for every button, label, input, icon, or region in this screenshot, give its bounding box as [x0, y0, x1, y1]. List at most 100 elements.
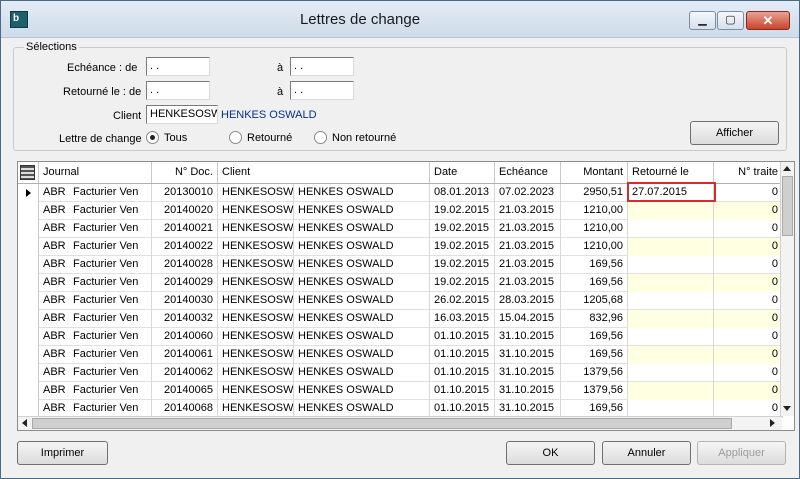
row-selector[interactable]	[18, 346, 39, 364]
title-bar[interactable]: b Lettres de change ▁ ▢ ✕	[1, 1, 799, 38]
cell-ndoc: 20140062	[152, 364, 218, 382]
grid-corner[interactable]	[18, 162, 39, 183]
cell-client-name: HENKES OSWALD	[294, 328, 430, 346]
afficher-button[interactable]: Afficher	[690, 121, 779, 145]
cell-echeance: 21.03.2015	[495, 256, 561, 274]
row-selector[interactable]	[18, 364, 39, 382]
minimize-icon: ▁	[698, 14, 707, 26]
row-selector[interactable]	[18, 328, 39, 346]
table-row[interactable]: ABR Facturier Ven 20140032 HENKESOSW HENKES …	[18, 310, 783, 328]
echeance-from-input[interactable]: . .	[146, 57, 210, 76]
cell-retourne-le[interactable]	[628, 256, 714, 274]
table-row[interactable]: ABR Facturier Ven 20140029 HENKESOSW HENKES …	[18, 274, 783, 292]
cell-retourne-le[interactable]	[628, 274, 714, 292]
row-selector[interactable]	[18, 310, 39, 328]
client-code-input[interactable]: HENKESOSW	[146, 105, 218, 124]
cell-client-code: HENKESOSW	[218, 256, 294, 274]
cell-ntraite[interactable]: 0	[714, 382, 783, 400]
table-row[interactable]: ABR Facturier Ven 20140030 HENKESOSW HENKES …	[18, 292, 783, 310]
ok-button[interactable]: OK	[506, 441, 595, 465]
cell-retourne-le[interactable]	[628, 346, 714, 364]
cell-retourne-le[interactable]	[628, 292, 714, 310]
col-montant[interactable]: Montant	[561, 162, 628, 183]
cell-ntraite[interactable]: 0	[714, 220, 783, 238]
cell-echeance: 21.03.2015	[495, 202, 561, 220]
cell-retourne-le[interactable]	[628, 364, 714, 382]
scroll-up-icon[interactable]	[783, 166, 791, 171]
radio-non-retourne[interactable]	[314, 131, 327, 144]
vertical-scrollbar[interactable]	[780, 162, 794, 416]
cell-journal-name: Facturier Ven	[69, 346, 152, 364]
table-row[interactable]: ABR Facturier Ven 20140020 HENKESOSW HENKES …	[18, 202, 783, 220]
row-selector[interactable]	[18, 292, 39, 310]
horizontal-scroll-thumb[interactable]	[32, 418, 732, 429]
cell-ntraite[interactable]: 0	[714, 346, 783, 364]
cell-montant: 1210,00	[561, 220, 628, 238]
cell-client-code: HENKESOSW	[218, 382, 294, 400]
cell-ntraite[interactable]: 0	[714, 274, 783, 292]
cell-ntraite[interactable]: 0	[714, 310, 783, 328]
row-selector[interactable]	[18, 256, 39, 274]
cell-retourne-le[interactable]	[628, 202, 714, 220]
table-row[interactable]: ABR Facturier Ven 20140060 HENKESOSW HENKES …	[18, 328, 783, 346]
close-button[interactable]: ✕	[746, 11, 790, 30]
cell-journal-name: Facturier Ven	[69, 310, 152, 328]
vertical-scroll-thumb[interactable]	[782, 176, 793, 236]
col-ntraite[interactable]: N° traite	[714, 162, 783, 183]
cell-retourne-le[interactable]	[628, 310, 714, 328]
grid-settings-icon	[20, 165, 35, 180]
col-retourne-le[interactable]: Retourné le	[628, 162, 714, 183]
appliquer-button[interactable]: Appliquer	[697, 441, 786, 465]
maximize-button[interactable]: ▢	[717, 11, 744, 30]
table-row[interactable]: ABR Facturier Ven 20140028 HENKESOSW HENKES …	[18, 256, 783, 274]
cell-ndoc: 20140030	[152, 292, 218, 310]
cell-ntraite[interactable]: 0	[714, 184, 783, 202]
retourne-from-input[interactable]: . .	[146, 81, 210, 100]
cell-montant: 1379,56	[561, 382, 628, 400]
scroll-left-icon[interactable]	[22, 419, 27, 427]
table-row[interactable]: ABR Facturier Ven 20140021 HENKESOSW HENKES …	[18, 220, 783, 238]
cell-montant: 1379,56	[561, 364, 628, 382]
cell-retourne-le[interactable]	[628, 382, 714, 400]
cell-client-name: HENKES OSWALD	[294, 202, 430, 220]
echeance-to-input[interactable]: . .	[290, 57, 354, 76]
minimize-button[interactable]: ▁	[689, 11, 716, 30]
scroll-down-icon[interactable]	[783, 406, 791, 411]
cell-retourne-le[interactable]	[628, 328, 714, 346]
cell-client-name: HENKES OSWALD	[294, 364, 430, 382]
cell-ndoc: 20140020	[152, 202, 218, 220]
row-selector[interactable]	[18, 238, 39, 256]
cell-echeance: 28.03.2015	[495, 292, 561, 310]
row-selector[interactable]	[18, 382, 39, 400]
retourne-to-input[interactable]: . .	[290, 81, 354, 100]
cell-journal-name: Facturier Ven	[69, 328, 152, 346]
table-row[interactable]: ABR Facturier Ven 20140062 HENKESOSW HENKES …	[18, 364, 783, 382]
col-client[interactable]: Client	[218, 162, 430, 183]
cell-retourne-le[interactable]	[628, 238, 714, 256]
cell-client-name: HENKES OSWALD	[294, 274, 430, 292]
cell-retourne-le[interactable]	[628, 220, 714, 238]
cell-ntraite[interactable]: 0	[714, 256, 783, 274]
cell-ntraite[interactable]: 0	[714, 328, 783, 346]
table-row[interactable]: ABR Facturier Ven 20140061 HENKESOSW HENKES …	[18, 346, 783, 364]
horizontal-scrollbar[interactable]	[18, 416, 782, 430]
row-selector[interactable]	[18, 202, 39, 220]
radio-tous[interactable]	[146, 131, 159, 144]
row-selector[interactable]	[18, 220, 39, 238]
row-selector[interactable]	[18, 274, 39, 292]
cell-ntraite[interactable]: 0	[714, 364, 783, 382]
cell-ntraite[interactable]: 0	[714, 292, 783, 310]
imprimer-button[interactable]: Imprimer	[17, 441, 108, 465]
radio-retourne[interactable]	[229, 131, 242, 144]
cell-ntraite[interactable]: 0	[714, 238, 783, 256]
row-selector[interactable]	[18, 184, 39, 202]
col-journal[interactable]: Journal	[39, 162, 152, 183]
annuler-button[interactable]: Annuler	[602, 441, 691, 465]
col-date[interactable]: Date	[430, 162, 495, 183]
col-echeance[interactable]: Echéance	[495, 162, 561, 183]
table-row[interactable]: ABR Facturier Ven 20140065 HENKESOSW HENKES …	[18, 382, 783, 400]
cell-ntraite[interactable]: 0	[714, 202, 783, 220]
table-row[interactable]: ABR Facturier Ven 20140022 HENKESOSW HENKES …	[18, 238, 783, 256]
col-ndoc[interactable]: N° Doc.	[152, 162, 218, 183]
scroll-right-icon[interactable]	[770, 419, 775, 427]
